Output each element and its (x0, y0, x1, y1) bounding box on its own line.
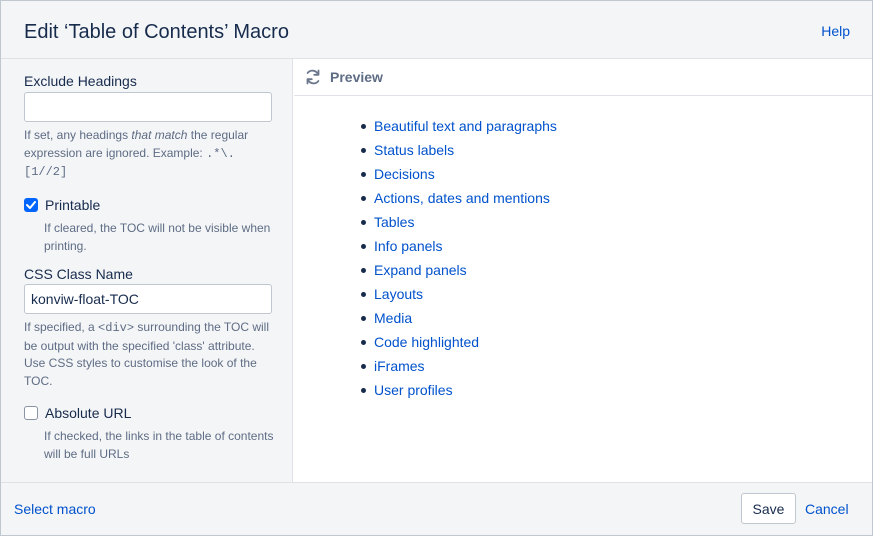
dialog-footer: Select macro Save Cancel (1, 482, 872, 535)
toc-link[interactable]: User profiles (374, 382, 453, 398)
toc-link[interactable]: Decisions (374, 166, 435, 182)
toc-link[interactable]: iFrames (374, 358, 425, 374)
toc-item: Expand panels (361, 261, 557, 285)
bullet-icon (361, 364, 366, 369)
toc-item: Info panels (361, 237, 557, 261)
bullet-icon (361, 196, 366, 201)
toc-item: Code highlighted (361, 333, 557, 357)
cancel-link[interactable]: Cancel (805, 501, 849, 517)
css-class-description: If specified, a <div> surrounding the TO… (24, 320, 270, 388)
printable-label: Printable (45, 197, 101, 213)
css-class-input[interactable] (24, 284, 272, 314)
exclude-headings-label: Exclude Headings (24, 73, 137, 89)
absolute-url-description: If checked, the links in the table of co… (44, 429, 274, 461)
toc-item: Actions, dates and mentions (361, 189, 557, 213)
absolute-url-label: Absolute URL (45, 405, 132, 421)
toc-link[interactable]: Media (374, 310, 412, 326)
toc-item: Media (361, 309, 557, 333)
printable-checkbox[interactable] (24, 198, 38, 212)
toc-link[interactable]: Code highlighted (374, 334, 479, 350)
refresh-icon[interactable] (304, 68, 322, 86)
checkmark-icon (26, 201, 36, 209)
toc-preview-list: Beautiful text and paragraphs Status lab… (361, 117, 557, 405)
toc-item: iFrames (361, 357, 557, 381)
bullet-icon (361, 340, 366, 345)
exclude-headings-description: If set, any headings that match the regu… (24, 128, 249, 179)
bullet-icon (361, 292, 366, 297)
toc-link[interactable]: Tables (374, 214, 414, 230)
toc-link[interactable]: Actions, dates and mentions (374, 190, 550, 206)
toc-item: Status labels (361, 141, 557, 165)
toc-item: Beautiful text and paragraphs (361, 117, 557, 141)
preview-panel: Preview Beautiful text and paragraphs St… (294, 59, 872, 482)
exclude-headings-input[interactable] (24, 92, 272, 122)
absolute-url-option[interactable]: Absolute URL (24, 403, 131, 423)
dialog-header: Edit ‘Table of Contents’ Macro Help (1, 1, 872, 59)
toc-link[interactable]: Status labels (374, 142, 454, 158)
toc-item: User profiles (361, 381, 557, 405)
macro-editor-dialog: Edit ‘Table of Contents’ Macro Help Excl… (0, 0, 873, 536)
toc-item: Decisions (361, 165, 557, 189)
toc-link[interactable]: Beautiful text and paragraphs (374, 118, 557, 134)
toc-item: Tables (361, 213, 557, 237)
bullet-icon (361, 148, 366, 153)
bullet-icon (361, 268, 366, 273)
printable-option[interactable]: Printable (24, 195, 100, 215)
printable-description: If cleared, the TOC will not be visible … (44, 221, 271, 253)
preview-label: Preview (330, 69, 383, 85)
macro-parameters-panel: Exclude Headings If set, any headings th… (1, 59, 293, 482)
bullet-icon (361, 316, 366, 321)
toc-link[interactable]: Layouts (374, 286, 423, 302)
absolute-url-checkbox[interactable] (24, 406, 38, 420)
bullet-icon (361, 172, 366, 177)
bullet-icon (361, 124, 366, 129)
toc-link[interactable]: Expand panels (374, 262, 467, 278)
bullet-icon (361, 388, 366, 393)
toc-item: Layouts (361, 285, 557, 309)
css-class-label: CSS Class Name (24, 266, 133, 282)
select-macro-link[interactable]: Select macro (14, 501, 96, 517)
bullet-icon (361, 244, 366, 249)
help-link[interactable]: Help (821, 23, 850, 39)
save-button[interactable]: Save (741, 493, 796, 524)
toc-link[interactable]: Info panels (374, 238, 443, 254)
bullet-icon (361, 220, 366, 225)
dialog-title: Edit ‘Table of Contents’ Macro (24, 21, 289, 43)
preview-toolbar: Preview (294, 59, 872, 96)
